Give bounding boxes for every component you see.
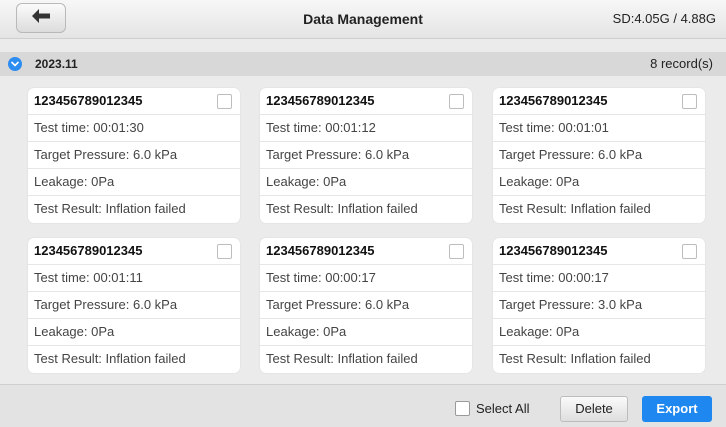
test-result: Test Result: Inflation failed <box>34 201 186 216</box>
record-checkbox[interactable] <box>682 244 697 259</box>
select-all-checkbox[interactable] <box>455 401 470 416</box>
group-header[interactable]: 2023.11 8 record(s) <box>0 52 726 76</box>
leakage: Leakage: 0Pa <box>493 169 705 196</box>
test-time: Test time: 00:00:17 <box>260 265 472 292</box>
test-result: Test Result: Inflation failed <box>499 201 651 216</box>
export-button[interactable]: Export <box>642 396 712 422</box>
leakage: Leakage: 0Pa <box>28 169 240 196</box>
target-pressure: Target Pressure: 6.0 kPa <box>260 142 472 169</box>
record-checkbox[interactable] <box>217 94 232 109</box>
test-result: Test Result: Inflation failed <box>266 201 418 216</box>
delete-button[interactable]: Delete <box>560 396 628 422</box>
record-id: 123456789012345 <box>266 93 375 108</box>
record-id: 123456789012345 <box>499 93 608 108</box>
header-bar: Data Management SD:4.05G / 4.88G <box>0 0 726 39</box>
sd-storage-status: SD:4.05G / 4.88G <box>612 11 716 26</box>
group-title: 2023.11 <box>35 57 78 71</box>
record-id: 123456789012345 <box>499 243 608 258</box>
select-all-label: Select All <box>476 401 530 416</box>
test-time: Test time: 00:01:12 <box>260 115 472 142</box>
target-pressure: Target Pressure: 6.0 kPa <box>28 292 240 319</box>
footer-bar: Select All Delete Export <box>0 384 726 427</box>
select-all-toggle[interactable]: Select All <box>455 401 529 416</box>
test-time: Test time: 00:01:30 <box>28 115 240 142</box>
test-time: Test time: 00:01:01 <box>493 115 705 142</box>
record-count: 8 record(s) <box>650 56 713 71</box>
record-checkbox[interactable] <box>682 94 697 109</box>
test-result: Test Result: Inflation failed <box>266 351 418 366</box>
record-checkbox[interactable] <box>217 244 232 259</box>
leakage: Leakage: 0Pa <box>28 319 240 346</box>
record-id: 123456789012345 <box>266 243 375 258</box>
record-card[interactable]: 123456789012345 Test time: 00:00:17 Targ… <box>493 238 705 373</box>
chevron-down-icon[interactable] <box>8 57 22 71</box>
leakage: Leakage: 0Pa <box>493 319 705 346</box>
record-card[interactable]: 123456789012345 Test time: 00:01:12 Targ… <box>260 88 472 223</box>
test-time: Test time: 00:01:11 <box>28 265 240 292</box>
target-pressure: Target Pressure: 6.0 kPa <box>493 142 705 169</box>
leakage: Leakage: 0Pa <box>260 319 472 346</box>
test-result: Test Result: Inflation failed <box>34 351 186 366</box>
record-checkbox[interactable] <box>449 94 464 109</box>
record-card[interactable]: 123456789012345 Test time: 00:01:11 Targ… <box>28 238 240 373</box>
record-id: 123456789012345 <box>34 93 143 108</box>
record-card[interactable]: 123456789012345 Test time: 00:00:17 Targ… <box>260 238 472 373</box>
record-checkbox[interactable] <box>449 244 464 259</box>
record-card[interactable]: 123456789012345 Test time: 00:01:30 Targ… <box>28 88 240 223</box>
test-time: Test time: 00:00:17 <box>493 265 705 292</box>
record-card[interactable]: 123456789012345 Test time: 00:01:01 Targ… <box>493 88 705 223</box>
target-pressure: Target Pressure: 6.0 kPa <box>28 142 240 169</box>
test-result: Test Result: Inflation failed <box>499 351 651 366</box>
target-pressure: Target Pressure: 6.0 kPa <box>260 292 472 319</box>
target-pressure: Target Pressure: 3.0 kPa <box>493 292 705 319</box>
record-id: 123456789012345 <box>34 243 143 258</box>
leakage: Leakage: 0Pa <box>260 169 472 196</box>
